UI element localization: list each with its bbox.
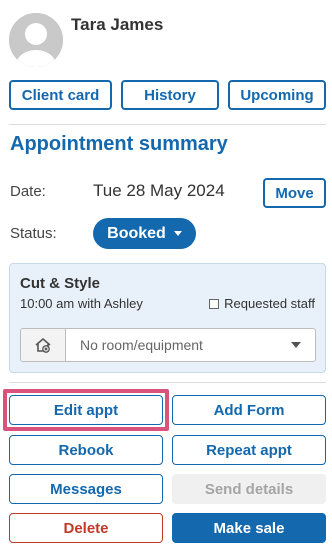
date-label: Date: xyxy=(10,183,46,200)
requested-staff-label: Requested staff xyxy=(224,296,315,311)
add-form-button[interactable]: Add Form xyxy=(172,395,326,425)
divider xyxy=(9,124,326,125)
send-details-button: Send details xyxy=(172,474,326,504)
client-name[interactable]: Tara James xyxy=(71,15,163,35)
status-label: Status: xyxy=(10,225,57,242)
requested-staff-toggle[interactable]: Requested staff xyxy=(209,296,315,311)
move-button[interactable]: Move xyxy=(263,178,326,208)
divider xyxy=(9,382,326,383)
client-card-button[interactable]: Client card xyxy=(9,80,112,110)
service-time: 10:00 am with Ashley xyxy=(20,296,143,311)
section-title: Appointment summary xyxy=(10,133,228,155)
messages-button[interactable]: Messages xyxy=(9,474,163,504)
history-button[interactable]: History xyxy=(121,80,219,110)
rebook-button[interactable]: Rebook xyxy=(9,435,163,465)
room-equipment-icon xyxy=(21,329,66,361)
room-equipment-select[interactable]: No room/equipment xyxy=(20,328,316,362)
chevron-down-icon xyxy=(291,342,301,348)
room-select-value: No room/equipment xyxy=(80,337,203,353)
upcoming-button[interactable]: Upcoming xyxy=(228,80,326,110)
delete-button[interactable]: Delete xyxy=(9,513,163,543)
service-card: Cut & Style 10:00 am with Ashley Request… xyxy=(9,263,326,373)
make-sale-button[interactable]: Make sale xyxy=(172,513,326,543)
caret-down-icon xyxy=(173,231,182,236)
service-name: Cut & Style xyxy=(20,275,101,292)
requested-staff-checkbox[interactable] xyxy=(209,298,220,309)
status-value: Booked xyxy=(107,224,166,242)
user-silhouette-icon xyxy=(9,13,63,67)
repeat-appt-button[interactable]: Repeat appt xyxy=(172,435,326,465)
date-value: Tue 28 May 2024 xyxy=(93,181,225,200)
edit-appt-button[interactable]: Edit appt xyxy=(9,395,163,425)
avatar[interactable] xyxy=(9,13,63,67)
status-dropdown[interactable]: Booked xyxy=(93,218,196,249)
